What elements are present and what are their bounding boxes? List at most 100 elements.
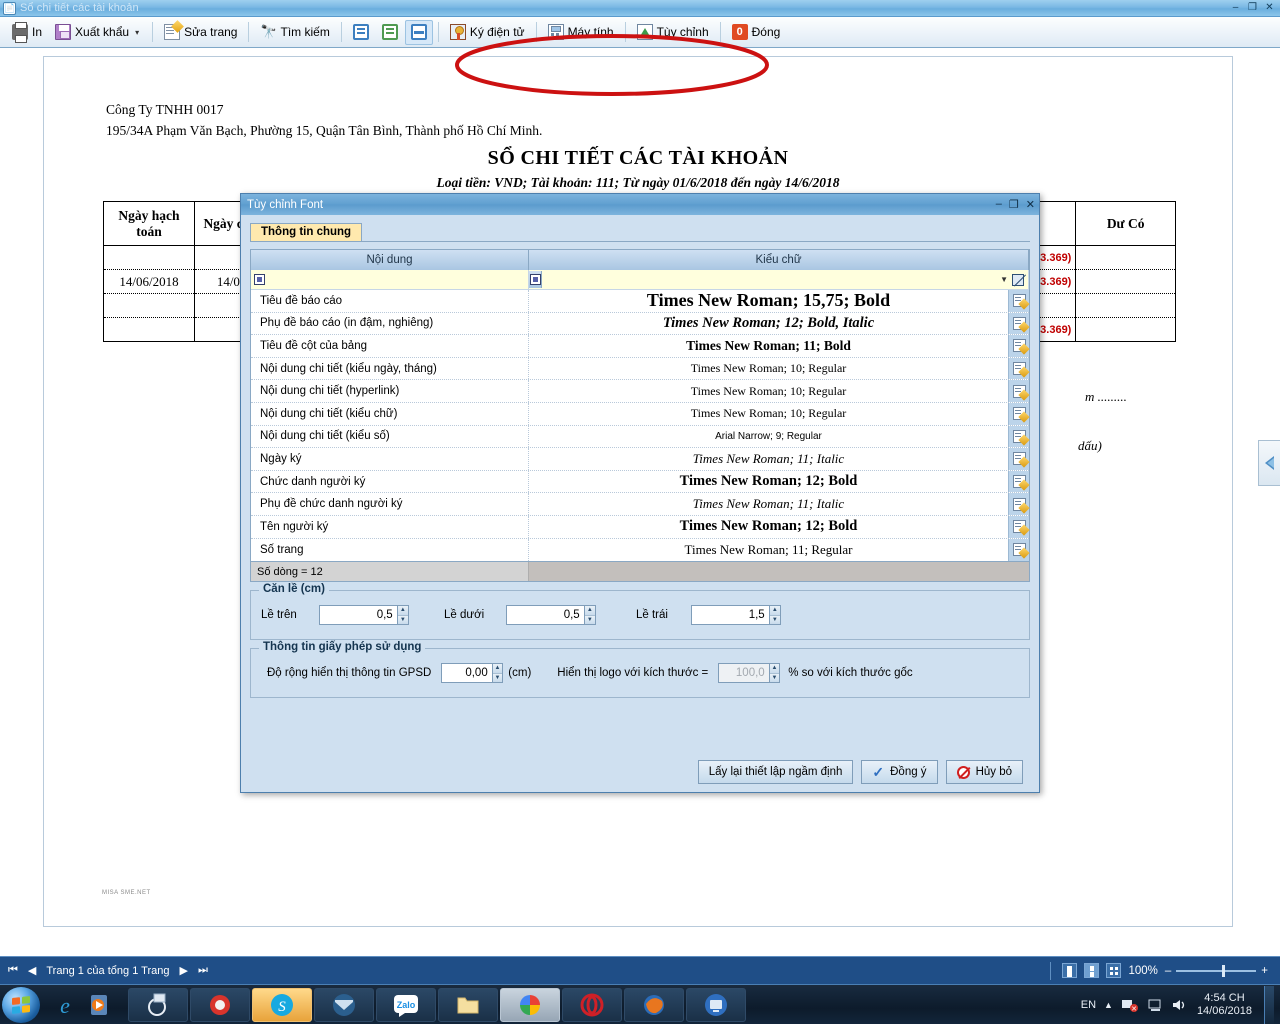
cancel-button[interactable]: Hủy bỏ xyxy=(945,760,1023,784)
filter-cell-noi-dung[interactable] xyxy=(251,270,529,289)
grid-row[interactable]: Ngày ký Times New Roman; 11; Italic xyxy=(251,448,1029,471)
gpsd-stepper[interactable]: ▲ ▼ xyxy=(491,664,503,683)
zoom-in-icon[interactable]: + xyxy=(1261,965,1268,977)
show-hidden-icons-icon[interactable]: ▲ xyxy=(1104,1000,1113,1010)
taskbar-button-lifebuoy[interactable] xyxy=(190,987,250,1022)
chevron-down-icon[interactable]: ▼ xyxy=(1000,275,1008,284)
action-center-icon[interactable] xyxy=(1147,997,1163,1013)
font-customize-dialog[interactable]: Tùy chỉnh Font – ❐ ✕ Thông tin chung Nội… xyxy=(240,193,1040,793)
input-le-tren[interactable]: ▲▼ xyxy=(319,605,409,626)
grid-row[interactable]: Tiêu đề cột của bảng Times New Roman; 11… xyxy=(251,335,1029,358)
row-selector-icon[interactable] xyxy=(529,271,542,288)
dialog-window-controls[interactable]: – ❐ ✕ xyxy=(996,198,1035,211)
zoom-out-icon[interactable]: – xyxy=(1165,965,1171,977)
grid-cell-edit[interactable] xyxy=(1008,425,1029,448)
toolbar-button-view-single[interactable] xyxy=(347,20,375,45)
grid-cell-edit[interactable] xyxy=(1008,538,1029,562)
dialog-close-icon[interactable]: ✕ xyxy=(1026,198,1035,211)
toolbar-button-print[interactable]: In xyxy=(6,20,48,45)
taskbar-button-folder[interactable] xyxy=(438,987,498,1022)
grid-row[interactable]: Phụ đề chức danh người ký Times New Roma… xyxy=(251,493,1029,516)
toolbar-button-search[interactable]: 🔭 Tìm kiếm xyxy=(254,20,335,45)
filter-cell-kieu-chu[interactable]: ▼ xyxy=(529,270,1029,289)
le-tren-value[interactable] xyxy=(320,606,397,625)
edit-icon[interactable] xyxy=(1012,475,1026,489)
grid-cell-edit[interactable] xyxy=(1008,290,1029,312)
gpsd-width-value[interactable] xyxy=(442,664,492,683)
clear-filter-icon[interactable] xyxy=(1012,273,1024,286)
grid-row[interactable]: Nội dung chi tiết (kiểu chữ) Times New R… xyxy=(251,402,1029,426)
taskbar-button-thunderbird[interactable] xyxy=(314,987,374,1022)
edit-icon[interactable] xyxy=(1012,497,1026,511)
grid-row[interactable]: Chức danh người ký Times New Roman; 12; … xyxy=(251,470,1029,494)
grid-cell-edit[interactable] xyxy=(1008,470,1029,493)
toolbar-button-view-continuous[interactable] xyxy=(376,20,404,45)
grid-filter-row[interactable]: ▼ xyxy=(251,270,1029,290)
edit-icon[interactable] xyxy=(1012,339,1026,353)
next-page-icon[interactable]: ▶ xyxy=(180,964,188,977)
taskbar-icon-internet-explorer[interactable]: e xyxy=(48,988,82,1022)
grid-cell-edit[interactable] xyxy=(1008,357,1029,380)
grid-row[interactable]: Phụ đề báo cáo (in đậm, nghiêng) Times N… xyxy=(251,312,1029,336)
grid-col-noi-dung[interactable]: Nội dung xyxy=(251,250,529,270)
filter-button-icon[interactable] xyxy=(254,274,265,285)
dialog-minimize-icon[interactable]: – xyxy=(996,198,1002,211)
grid-row[interactable]: Tiêu đề báo cáo Times New Roman; 15,75; … xyxy=(251,290,1029,313)
grid-col-kieu-chu[interactable]: Kiểu chữ xyxy=(529,250,1029,270)
show-desktop-button[interactable] xyxy=(1264,985,1274,1024)
input-logo-size[interactable]: ▲▼ xyxy=(718,663,781,684)
grid-cell-edit[interactable] xyxy=(1008,448,1029,470)
network-error-icon[interactable]: ✕ xyxy=(1121,997,1139,1013)
toolbar-button-export[interactable]: Xuất khẩu ▾ xyxy=(49,20,147,45)
taskbar-button-google-drive[interactable] xyxy=(500,987,560,1022)
logo-stepper[interactable]: ▲ ▼ xyxy=(768,664,780,683)
close-icon[interactable]: ✕ xyxy=(1262,2,1277,15)
le-trai-stepper[interactable]: ▲ ▼ xyxy=(768,606,780,625)
grid-cell-edit[interactable] xyxy=(1008,402,1029,425)
ok-button[interactable]: ✓ Đồng ý xyxy=(861,760,938,784)
stepper-up-icon[interactable]: ▲ xyxy=(769,664,780,673)
taskbar-icon-media-player[interactable] xyxy=(84,988,118,1022)
input-le-trai[interactable]: ▲▼ xyxy=(691,605,781,626)
grid-cell-edit[interactable] xyxy=(1008,380,1029,402)
filter-button-icon[interactable] xyxy=(529,274,541,285)
taskbar-button-firefox[interactable] xyxy=(624,987,684,1022)
grid-cell-edit[interactable] xyxy=(1008,493,1029,515)
taskbar-button-opera[interactable] xyxy=(562,987,622,1022)
minimize-icon[interactable]: – xyxy=(1228,2,1243,15)
stepper-up-icon[interactable]: ▲ xyxy=(584,606,595,615)
toolbar-button-digital-signature[interactable]: Ký điện tử xyxy=(444,20,531,45)
toolbar-button-calculator[interactable]: Máy tính xyxy=(542,20,620,45)
taskbar-button-app-window[interactable] xyxy=(128,987,188,1022)
taskbar-button-skype[interactable]: S xyxy=(252,987,312,1022)
stepper-up-icon[interactable]: ▲ xyxy=(769,606,780,615)
edit-icon[interactable] xyxy=(1012,520,1026,534)
zoom-track[interactable] xyxy=(1176,964,1257,977)
language-indicator[interactable]: EN xyxy=(1081,999,1096,1011)
grid-cell-edit[interactable] xyxy=(1008,335,1029,357)
start-button[interactable] xyxy=(2,986,40,1023)
clock[interactable]: 4:54 CH 14/06/2018 xyxy=(1197,992,1252,1018)
font-settings-grid[interactable]: Nội dung Kiểu chữ ▼ Tiêu đề báo cáo Time… xyxy=(250,249,1030,583)
grid-cell-edit[interactable] xyxy=(1008,312,1029,335)
edit-icon[interactable] xyxy=(1012,294,1026,308)
toolbar-button-close[interactable]: 0 Đóng xyxy=(726,20,787,45)
zoom-slider[interactable]: – + xyxy=(1165,964,1268,977)
input-le-duoi[interactable]: ▲▼ xyxy=(506,605,596,626)
last-page-icon[interactable]: ⏭ xyxy=(198,964,208,977)
view-mode-grid-icon[interactable] xyxy=(1106,963,1122,978)
grid-cell-edit[interactable] xyxy=(1008,515,1029,538)
edit-icon[interactable] xyxy=(1012,362,1026,376)
first-page-icon[interactable]: ⏮ xyxy=(8,964,18,977)
input-gpsd-width[interactable]: ▲▼ xyxy=(441,663,504,684)
page-navigation[interactable]: ⏮ ◀ Trang 1 của tổng 1 Trang ▶ ⏭ xyxy=(0,964,208,977)
grid-row[interactable]: Tên người ký Times New Roman; 12; Bold xyxy=(251,515,1029,539)
grid-row[interactable]: Nội dung chi tiết (kiểu ngày, tháng) Tim… xyxy=(251,357,1029,381)
filter-dropdown-group[interactable]: ▼ xyxy=(1000,273,1028,286)
toolbar-button-edit-page[interactable]: Sửa trang xyxy=(158,20,243,45)
panel-collapse-tab[interactable] xyxy=(1258,440,1280,486)
edit-icon[interactable] xyxy=(1012,452,1026,466)
toolbar-button-customize[interactable]: Tùy chỉnh xyxy=(631,20,715,45)
chevron-down-icon[interactable]: ▾ xyxy=(135,28,139,37)
le-duoi-stepper[interactable]: ▲ ▼ xyxy=(583,606,595,625)
